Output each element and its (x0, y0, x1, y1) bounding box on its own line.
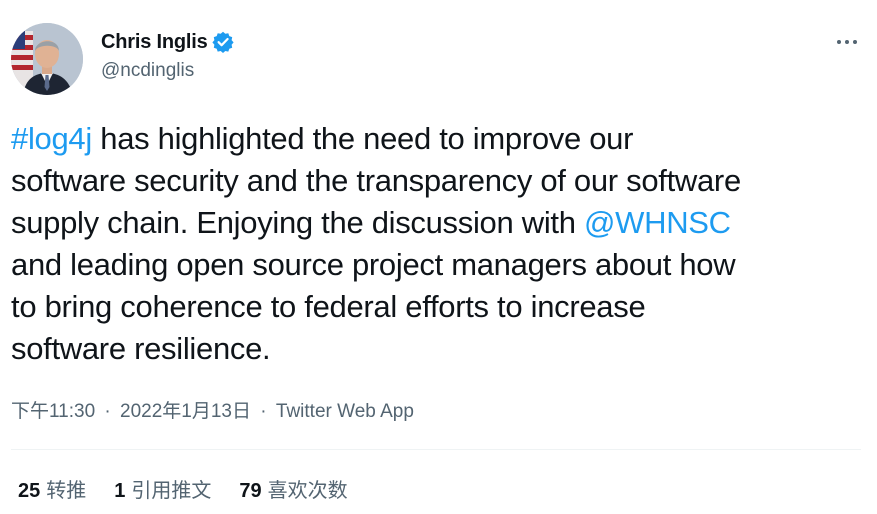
quotes-count: 1 (114, 480, 126, 502)
tweet-text-segment: supply chain. Enjoying the discussion wi… (11, 205, 584, 240)
tweet-text-segment: has highlighted the need to improve our (91, 121, 634, 156)
tweet-text-segment: software security and the transparency o… (11, 163, 741, 198)
tweet-date[interactable]: 2022年1月13日 (120, 401, 251, 422)
engagement-stats: 25 转推 1 引用推文 79 喜欢次数 (18, 474, 348, 503)
likes-label: 喜欢次数 (267, 480, 348, 502)
tweet-source[interactable]: Twitter Web App (276, 401, 414, 422)
likes-stat[interactable]: 79 喜欢次数 (239, 474, 347, 503)
avatar-image (11, 23, 83, 95)
tweet-line: software security and the transparency o… (11, 160, 871, 202)
tweet-line: supply chain. Enjoying the discussion wi… (11, 202, 871, 244)
meta-separator: · (104, 401, 111, 422)
display-name[interactable]: Chris Inglis (101, 31, 208, 54)
handle[interactable]: @ncdinglis (101, 60, 234, 82)
tweet-text-segment: to bring coherence to federal efforts to… (11, 289, 646, 324)
tweet-card: Chris Inglis @ncdinglis #log4j has highl… (0, 0, 877, 514)
tweet-meta: 下午11:30 · 2022年1月13日 · Twitter Web App (11, 396, 414, 423)
hashtag-link[interactable]: #log4j (11, 121, 92, 156)
tweet-line: and leading open source project managers… (11, 244, 871, 286)
divider (11, 449, 861, 450)
likes-count: 79 (239, 480, 262, 502)
retweets-label: 转推 (46, 480, 87, 502)
retweets-stat[interactable]: 25 转推 (18, 474, 86, 503)
mention-link[interactable]: @WHNSC (584, 205, 731, 240)
tweet-line: software resilience. (11, 328, 871, 370)
name-row: Chris Inglis (101, 28, 234, 56)
author-block: Chris Inglis @ncdinglis (101, 28, 234, 82)
avatar[interactable] (11, 23, 83, 95)
tweet-text-segment: and leading open source project managers… (11, 247, 736, 282)
tweet-line: to bring coherence to federal efforts to… (11, 286, 871, 328)
meta-separator: · (260, 401, 267, 422)
tweet-line: #log4j has highlighted the need to impro… (11, 118, 871, 160)
tweet-text-segment: software resilience. (11, 331, 271, 366)
verified-badge-icon (211, 31, 234, 53)
tweet-time[interactable]: 下午11:30 (11, 401, 95, 422)
more-options-icon[interactable] (832, 30, 862, 54)
quotes-stat[interactable]: 1 引用推文 (114, 474, 211, 503)
tweet-text: #log4j has highlighted the need to impro… (11, 118, 871, 370)
quotes-label: 引用推文 (131, 480, 212, 502)
retweets-count: 25 (18, 480, 41, 502)
